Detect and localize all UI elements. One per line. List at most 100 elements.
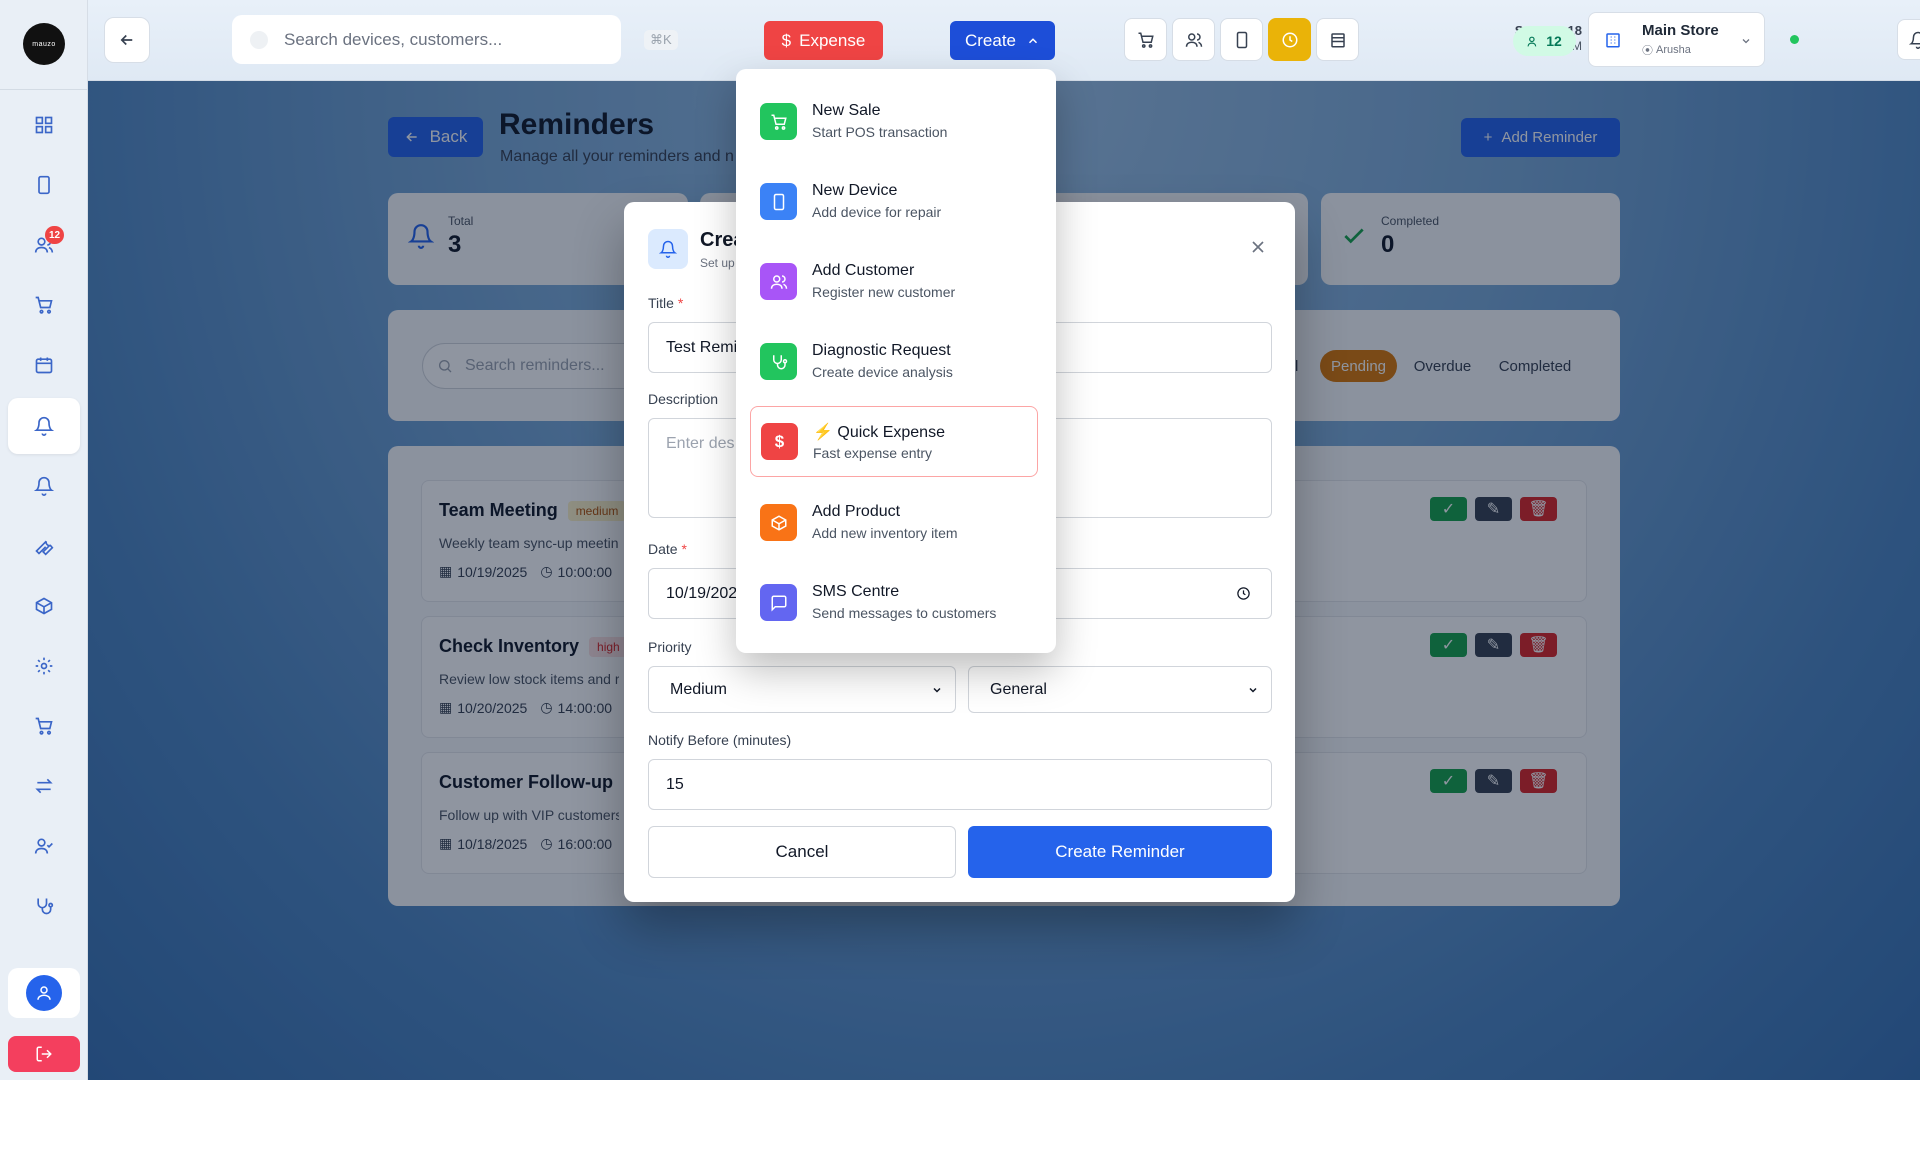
sidebar-item-diagnostics[interactable]	[8, 878, 80, 934]
create-label: Create	[964, 30, 1017, 50]
users-icon	[1185, 32, 1202, 47]
menu-item-title: SMS Centre	[812, 583, 900, 600]
clock-icon	[1237, 587, 1250, 600]
online-count: 12	[1546, 33, 1562, 49]
chevron-up-icon	[1029, 37, 1038, 43]
dollar-icon: $	[761, 423, 798, 460]
customers-shortcut-button[interactable]	[1172, 18, 1215, 61]
menu-item-add-product[interactable]: Add Product Add new inventory item	[750, 487, 1038, 555]
sidebar-item-settings[interactable]	[8, 638, 80, 694]
message-icon	[760, 584, 797, 621]
sidebar: mauzo 12	[0, 0, 88, 1080]
global-search-input[interactable]: Search devices, customers...	[232, 15, 621, 64]
expense-button[interactable]: $ Expense	[764, 21, 883, 60]
devices-shortcut-button[interactable]	[1220, 18, 1263, 61]
title-label-text: Title	[648, 295, 674, 311]
sidebar-item-employees[interactable]	[8, 818, 80, 874]
sidebar-item-customers[interactable]	[8, 217, 80, 273]
search-placeholder: Search devices, customers...	[284, 29, 503, 49]
sidebar-item-dashboard[interactable]	[8, 97, 80, 153]
sidebar-item-pos[interactable]	[8, 277, 80, 333]
stethoscope-icon	[760, 343, 797, 380]
bell-icon	[34, 476, 54, 496]
sidebar-item-purchases[interactable]	[8, 698, 80, 754]
dollar-icon: $	[781, 30, 792, 50]
menu-item-sms-centre[interactable]: SMS Centre Send messages to customers	[750, 567, 1038, 635]
app-logo[interactable]: mauzo	[23, 23, 65, 65]
app-screen: mauzo 12 Search devices, customers... ⌘K…	[0, 0, 1920, 1080]
menu-item-subtitle: Create device analysis	[812, 364, 953, 380]
smartphone-icon	[1236, 31, 1247, 48]
chevron-down-icon	[1249, 687, 1257, 693]
profile-button[interactable]	[8, 968, 80, 1018]
date-label: Date *	[648, 541, 687, 557]
users-icon	[1527, 36, 1537, 46]
wrench-icon	[35, 540, 54, 556]
priority-select[interactable]: Medium	[648, 666, 956, 713]
cart-icon	[35, 296, 53, 314]
cancel-button[interactable]: Cancel	[648, 826, 956, 878]
notifications-button[interactable]	[1897, 19, 1920, 60]
page-bottom-blank	[0, 1080, 1920, 1161]
building-icon	[1606, 33, 1620, 48]
menu-item-title: New Sale	[812, 102, 881, 119]
category-select[interactable]: General	[968, 666, 1272, 713]
building-icon	[1330, 32, 1345, 47]
menu-item-new-sale[interactable]: New Sale Start POS transaction	[750, 86, 1038, 154]
menu-item-title: Diagnostic Request	[812, 342, 951, 359]
cart-icon	[760, 103, 797, 140]
header-back-button[interactable]	[104, 17, 150, 63]
store-selector[interactable]: Main Store ⦿ Arusha	[1588, 12, 1765, 67]
close-icon[interactable]	[1248, 237, 1268, 257]
menu-item-new-device[interactable]: New Device Add device for repair	[750, 166, 1038, 234]
cart-icon	[1138, 32, 1154, 48]
store-shortcut-button[interactable]	[1316, 18, 1359, 61]
store-location: ⦿ Arusha	[1642, 42, 1752, 58]
search-icon	[250, 30, 268, 49]
create-menu: New Sale Start POS transaction New Devic…	[736, 69, 1056, 653]
menu-item-title: ⚡ Quick Expense	[813, 424, 945, 441]
chevron-down-icon	[933, 687, 941, 693]
menu-item-subtitle: Add device for repair	[812, 204, 942, 220]
bell-icon	[1908, 31, 1920, 49]
map-pin-icon: ⦿	[1642, 45, 1653, 57]
sidebar-item-devices[interactable]	[8, 157, 80, 213]
bell-icon	[648, 229, 688, 269]
box-icon	[760, 504, 797, 541]
store-name: Main Store	[1642, 22, 1719, 39]
smartphone-icon	[38, 175, 50, 195]
notify-label: Notify Before (minutes)	[648, 732, 792, 748]
store-location-text: Arusha	[1656, 44, 1691, 56]
menu-item-subtitle: Add new inventory item	[812, 525, 958, 541]
create-button[interactable]: Create	[950, 21, 1055, 60]
logout-button[interactable]	[8, 1036, 80, 1072]
calendar-icon	[35, 357, 53, 374]
date-label-text: Date	[648, 541, 678, 557]
arrows-icon	[35, 778, 53, 794]
sidebar-item-calendar[interactable]	[8, 337, 80, 393]
chevron-down-icon	[1742, 39, 1750, 44]
sidebar-item-inventory[interactable]	[8, 578, 80, 634]
menu-item-quick-expense[interactable]: $ ⚡ Quick Expense Fast expense entry	[750, 406, 1038, 477]
sidebar-divider	[0, 89, 88, 90]
menu-item-diagnostic-request[interactable]: Diagnostic Request Create device analysi…	[750, 326, 1038, 394]
sidebar-item-transfers[interactable]	[8, 758, 80, 814]
cart-icon	[35, 717, 53, 735]
pos-shortcut-button[interactable]	[1124, 18, 1167, 61]
expense-label: Expense	[799, 30, 866, 50]
menu-item-title: Add Customer	[812, 262, 915, 279]
sidebar-item-notifications[interactable]	[8, 458, 80, 514]
menu-item-add-customer[interactable]: Add Customer Register new customer	[750, 246, 1038, 314]
notify-before-input[interactable]: 15	[648, 759, 1272, 810]
menu-item-subtitle: Start POS transaction	[812, 124, 948, 140]
box-icon	[35, 597, 53, 615]
priority-value: Medium	[670, 680, 727, 698]
sidebar-item-repairs[interactable]	[8, 518, 80, 574]
stethoscope-icon	[37, 898, 54, 915]
online-users-badge[interactable]: 12	[1513, 26, 1576, 56]
create-reminder-button[interactable]: Create Reminder	[968, 826, 1272, 878]
sidebar-item-reminders[interactable]	[8, 398, 80, 454]
menu-item-title: Add Product	[812, 503, 901, 520]
reminders-shortcut-button[interactable]	[1268, 18, 1311, 61]
logout-icon	[36, 1046, 52, 1062]
